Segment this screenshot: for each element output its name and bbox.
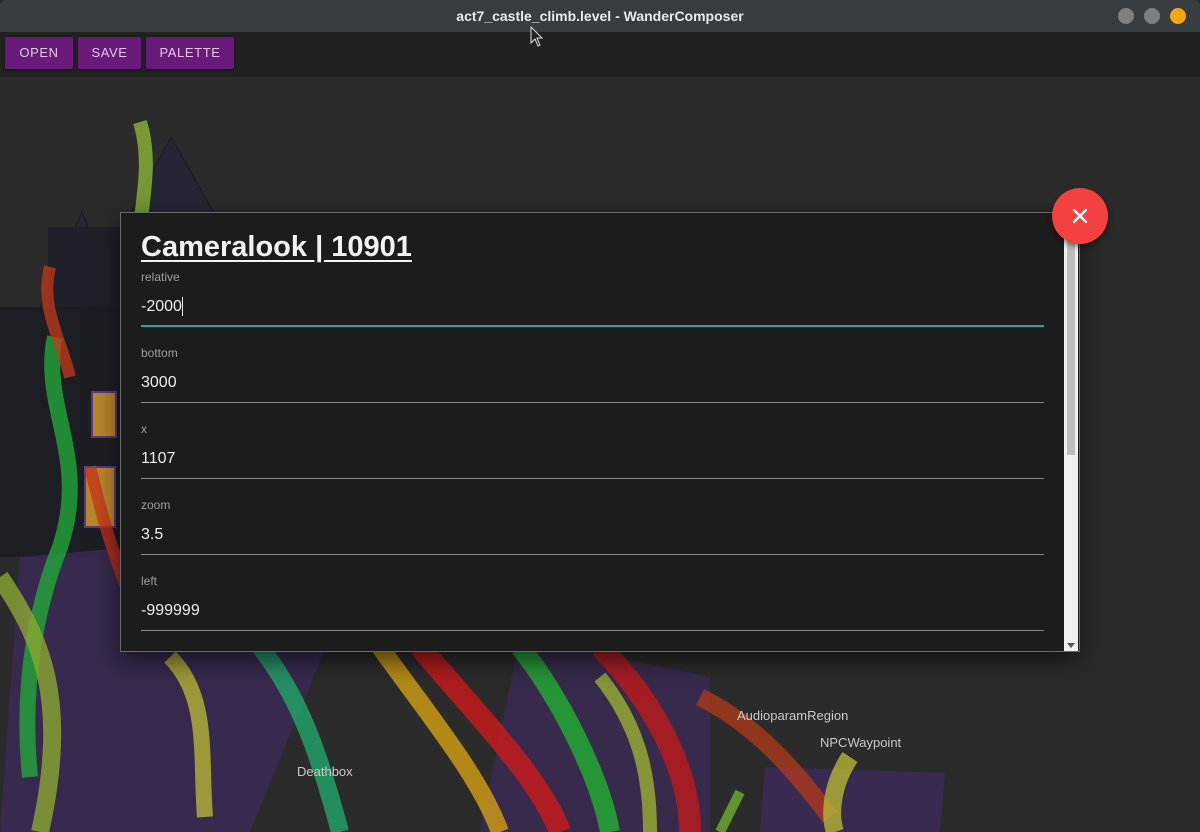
field-label: x — [141, 422, 147, 436]
dialog-scrollbar[interactable] — [1064, 235, 1078, 651]
dialog-title: Cameralook | 10901 — [141, 231, 412, 263]
close-icon — [1072, 208, 1088, 224]
palette-button[interactable]: PALETTE — [146, 37, 234, 69]
field-bottom: bottom — [141, 346, 1044, 410]
scroll-down-arrow-icon[interactable] — [1067, 643, 1075, 648]
field-label: zoom — [141, 498, 171, 512]
properties-dialog: Cameralook | 10901 relative bottom x zoo… — [120, 212, 1080, 652]
bottom-input[interactable] — [141, 370, 1044, 396]
field-underline — [141, 554, 1044, 555]
close-dialog-button[interactable] — [1052, 188, 1108, 244]
zoom-input[interactable] — [141, 522, 1044, 548]
field-zoom: zoom — [141, 498, 1044, 562]
scrollbar-thumb[interactable] — [1067, 239, 1075, 455]
field-underline — [141, 402, 1044, 403]
field-label: relative — [141, 270, 180, 284]
minimize-window-button[interactable] — [1118, 8, 1134, 24]
text-caret — [182, 297, 183, 316]
deathbox-label[interactable]: Deathbox — [297, 764, 353, 779]
x-input[interactable] — [141, 446, 1044, 472]
relative-input[interactable] — [141, 294, 1044, 320]
field-underline — [141, 325, 1044, 327]
window-title: act7_castle_climb.level - WanderComposer — [456, 8, 744, 24]
field-label: bottom — [141, 346, 178, 360]
mouse-cursor-icon — [530, 26, 544, 47]
window-titlebar[interactable]: act7_castle_climb.level - WanderComposer — [0, 0, 1200, 32]
field-relative: relative — [141, 270, 1044, 334]
open-button[interactable]: OPEN — [5, 37, 73, 69]
field-left: left — [141, 574, 1044, 638]
audioparam-region-label[interactable]: AudioparamRegion — [737, 708, 848, 723]
field-x: x — [141, 422, 1044, 486]
npc-waypoint-label[interactable]: NPCWaypoint — [820, 735, 901, 750]
maximize-window-button[interactable] — [1144, 8, 1160, 24]
close-window-button[interactable] — [1170, 8, 1186, 24]
field-underline — [141, 630, 1044, 631]
toolbar: OPEN SAVE PALETTE — [0, 32, 1200, 77]
field-underline — [141, 478, 1044, 479]
save-button[interactable]: SAVE — [78, 37, 141, 69]
vine — [715, 789, 745, 832]
castle-window — [91, 391, 117, 438]
left-input[interactable] — [141, 598, 1044, 624]
field-label: left — [141, 574, 158, 588]
